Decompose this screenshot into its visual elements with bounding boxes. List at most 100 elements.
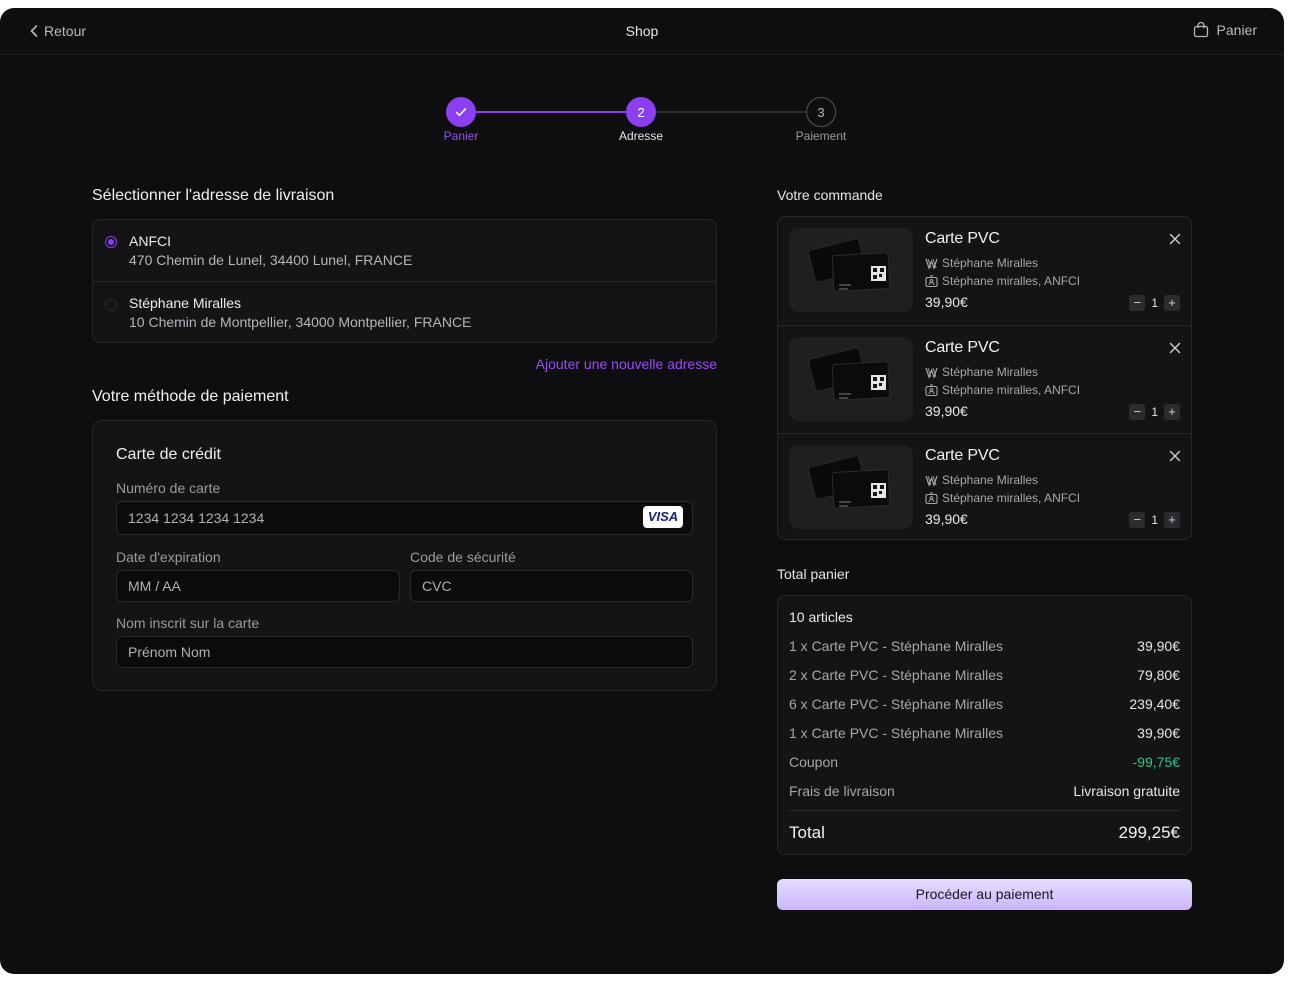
total-heading: Total panier — [777, 566, 850, 582]
company-text: Stéphane miralles, ANFCI — [942, 274, 1081, 288]
step-adresse[interactable]: 2 — [626, 97, 656, 127]
line-label: 6 x Carte PVC - Stéphane Miralles — [789, 696, 1003, 712]
item-owner: Stéphane Miralles — [925, 473, 1038, 487]
company-text: Stéphane miralles, ANFCI — [942, 491, 1081, 505]
company-text: Stéphane miralles, ANFCI — [942, 383, 1081, 397]
total-row: Total 299,25€ — [789, 823, 1180, 843]
cvc-label: Code de sécurité — [410, 549, 516, 565]
article-count-row: 10 articles — [789, 609, 1180, 625]
item-price: 39,90€ — [925, 294, 968, 310]
line-value: 239,40€ — [1129, 696, 1180, 712]
item-company: Stéphane miralles, ANFCI — [925, 274, 1080, 288]
add-address-link[interactable]: Ajouter une nouvelle adresse — [536, 356, 717, 372]
radio-selected[interactable] — [105, 236, 117, 248]
total-value: 299,25€ — [1118, 823, 1180, 842]
item-name: Carte PVC — [925, 447, 1000, 464]
quantity-value: 1 — [1151, 296, 1158, 310]
item-owner: Stéphane Miralles — [925, 365, 1038, 379]
increment-button[interactable]: + — [1164, 404, 1180, 420]
signature-icon — [925, 258, 938, 270]
page-title: Shop — [625, 23, 659, 39]
shipping-row: Frais de livraison Livraison gratuite — [789, 783, 1180, 799]
coupon-value: -99,75€ — [1132, 754, 1180, 770]
shopping-bag-icon — [1193, 22, 1208, 38]
card-number-label: Numéro de carte — [116, 480, 221, 496]
address-option-miralles[interactable]: Stéphane Miralles 10 Chemin de Montpelli… — [93, 281, 716, 342]
expiry-input[interactable] — [116, 570, 400, 602]
card-title: Carte de crédit — [116, 446, 221, 463]
step-number: 2 — [637, 104, 645, 120]
card-number-input[interactable] — [116, 501, 693, 535]
quantity-stepper: − 1 + — [1129, 512, 1180, 528]
product-thumbnail — [789, 337, 913, 421]
order-item: Carte PVC Stéphane Miralles Stéphane mir… — [778, 217, 1191, 325]
address-list: ANFCI 470 Chemin de Lunel, 34400 Lunel, … — [92, 219, 717, 343]
visa-icon: VISA — [643, 506, 683, 528]
item-price: 39,90€ — [925, 403, 968, 419]
owner-text: Stéphane Miralles — [942, 365, 1039, 379]
signature-icon — [925, 475, 938, 487]
step-panier[interactable] — [446, 97, 476, 127]
line-value: 39,90€ — [1137, 638, 1180, 654]
summary-line: 1 x Carte PVC - Stéphane Miralles 39,90€ — [789, 725, 1180, 741]
cart-label: Panier — [1216, 22, 1257, 38]
product-thumbnail — [789, 228, 913, 312]
coupon-label: Coupon — [789, 754, 839, 770]
cardholder-input[interactable] — [116, 636, 693, 668]
address-line: 470 Chemin de Lunel, 34400 Lunel, FRANCE — [129, 252, 413, 268]
line-label: 1 x Carte PVC - Stéphane Miralles — [789, 638, 1003, 654]
decrement-button[interactable]: − — [1129, 512, 1146, 528]
shipping-label: Frais de livraison — [789, 783, 895, 799]
order-list: Carte PVC Stéphane Miralles Stéphane mir… — [777, 216, 1192, 540]
shipping-value: Livraison gratuite — [1073, 783, 1180, 799]
stepper-line-todo — [656, 111, 806, 113]
summary-line: 6 x Carte PVC - Stéphane Miralles 239,40… — [789, 696, 1180, 712]
app-window: Retour Shop Panier 2 3 Panier Adresse Pa… — [0, 8, 1284, 974]
owner-text: Stéphane Miralles — [942, 473, 1039, 487]
item-price: 39,90€ — [925, 511, 968, 527]
line-label: 1 x Carte PVC - Stéphane Miralles — [789, 725, 1003, 741]
summary-line: 2 x Carte PVC - Stéphane Miralles 79,80€ — [789, 667, 1180, 683]
line-label: 2 x Carte PVC - Stéphane Miralles — [789, 667, 1003, 683]
decrement-button[interactable]: − — [1129, 404, 1146, 420]
item-name: Carte PVC — [925, 339, 1000, 356]
article-count: 10 articles — [789, 609, 853, 625]
proceed-to-payment-button[interactable]: Procéder au paiement — [777, 879, 1192, 910]
summary-line: 1 x Carte PVC - Stéphane Miralles 39,90€ — [789, 638, 1180, 654]
address-line: 10 Chemin de Montpellier, 34000 Montpell… — [129, 314, 472, 330]
divider — [789, 810, 1180, 811]
address-option-anfci[interactable]: ANFCI 470 Chemin de Lunel, 34400 Lunel, … — [93, 220, 716, 281]
line-value: 39,90€ — [1137, 725, 1180, 741]
item-owner: Stéphane Miralles — [925, 256, 1038, 270]
cvc-input[interactable] — [410, 570, 693, 602]
decrement-button[interactable]: − — [1129, 295, 1146, 311]
line-value: 79,80€ — [1137, 667, 1180, 683]
increment-button[interactable]: + — [1164, 512, 1180, 528]
id-card-icon — [925, 383, 938, 396]
check-icon — [455, 108, 467, 116]
address-heading: Sélectionner l'adresse de livraison — [92, 187, 335, 204]
step-label-panier: Panier — [443, 129, 479, 143]
step-paiement[interactable]: 3 — [806, 97, 836, 127]
step-label-paiement: Paiement — [795, 129, 847, 143]
item-company: Stéphane miralles, ANFCI — [925, 491, 1080, 505]
order-item: Carte PVC Stéphane Miralles Stéphane mir… — [778, 325, 1191, 433]
quantity-stepper: − 1 + — [1129, 404, 1180, 420]
remove-item-icon[interactable] — [1169, 233, 1181, 245]
top-bar: Retour Shop Panier — [0, 8, 1284, 55]
payment-form: Carte de crédit Numéro de carte VISA Dat… — [92, 420, 717, 691]
total-label: Total — [789, 823, 825, 842]
step-label-adresse: Adresse — [618, 129, 664, 143]
cart-summary: 10 articles 1 x Carte PVC - Stéphane Mir… — [777, 595, 1192, 855]
remove-item-icon[interactable] — [1169, 450, 1181, 462]
step-number: 3 — [817, 104, 825, 120]
coupon-row: Coupon -99,75€ — [789, 754, 1180, 770]
quantity-value: 1 — [1151, 405, 1158, 419]
quantity-value: 1 — [1151, 513, 1158, 527]
cart-button[interactable]: Panier — [1193, 22, 1257, 38]
increment-button[interactable]: + — [1164, 295, 1180, 311]
remove-item-icon[interactable] — [1169, 342, 1181, 354]
radio-unselected[interactable] — [105, 299, 117, 311]
quantity-stepper: − 1 + — [1129, 295, 1180, 311]
order-item: Carte PVC Stéphane Miralles Stéphane mir… — [778, 433, 1191, 541]
